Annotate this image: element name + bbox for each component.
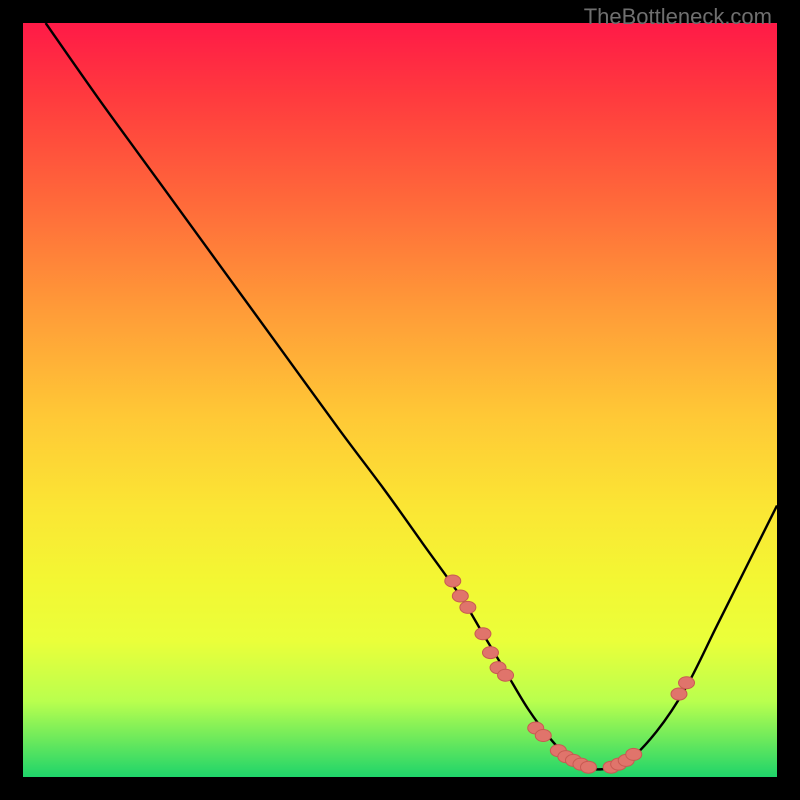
curve-markers: [445, 575, 695, 773]
curve-marker: [581, 761, 597, 773]
curve-marker: [460, 601, 476, 613]
watermark-text: TheBottleneck.com: [584, 4, 772, 30]
curve-marker: [482, 647, 498, 659]
curve-marker: [475, 628, 491, 640]
curve-marker: [498, 669, 514, 681]
curve-marker: [671, 688, 687, 700]
chart-area: [23, 23, 777, 777]
curve-marker: [452, 590, 468, 602]
curve-layer: [23, 23, 777, 777]
curve-marker: [626, 748, 642, 760]
curve-marker: [535, 730, 551, 742]
curve-marker: [679, 677, 695, 689]
bottleneck-curve: [46, 23, 777, 769]
curve-marker: [445, 575, 461, 587]
